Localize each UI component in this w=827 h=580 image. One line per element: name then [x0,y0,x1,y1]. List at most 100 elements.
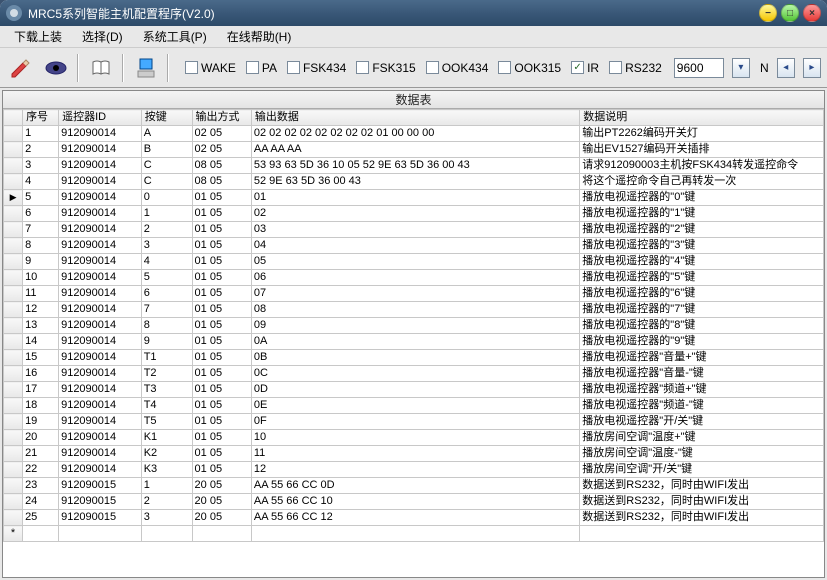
nav-next-button[interactable]: ▸ [803,58,821,78]
cell-desc[interactable]: 播放电视遥控器的"4"键 [580,254,824,270]
menu-tools[interactable]: 系统工具(P) [133,26,217,47]
table-row[interactable]: 2912090014B02 05AA AA AA输出EV1527编码开关插排 [4,142,824,158]
menu-select[interactable]: 选择(D) [72,26,133,47]
cell-id[interactable]: 912090014 [59,462,142,478]
cell-mode[interactable]: 01 05 [192,350,251,366]
data-table-container[interactable]: 数据表 序号 遥控器ID 按键 输出方式 输出数据 数据说明 [2,90,825,578]
table-row[interactable]: 17912090014T301 050D播放电视遥控器"频道+"键 [4,382,824,398]
cell-id[interactable]: 912090014 [59,446,142,462]
cell-out[interactable]: 52 9E 63 5D 36 00 43 [251,174,579,190]
cell-out[interactable]: 07 [251,286,579,302]
cell-key[interactable]: C [141,158,192,174]
row-header[interactable] [4,174,23,190]
cell-key[interactable]: T5 [141,414,192,430]
row-header[interactable] [4,126,23,142]
checkbox-box[interactable] [571,61,584,74]
cell-desc[interactable]: 播放房间空调"温度-"键 [580,446,824,462]
checkbox-wake[interactable]: WAKE [185,61,236,75]
table-row[interactable]: 13912090014801 0509播放电视遥控器的"8"键 [4,318,824,334]
cell-out[interactable]: 01 [251,190,579,206]
row-header[interactable]: ▶ [4,190,23,206]
row-header[interactable] [4,414,23,430]
table-row[interactable]: 9912090014401 0505播放电视遥控器的"4"键 [4,254,824,270]
cell-key[interactable]: C [141,174,192,190]
cell-id[interactable]: 912090014 [59,350,142,366]
col-desc[interactable]: 数据说明 [580,110,824,126]
cell-empty[interactable] [580,526,824,542]
cell-out[interactable]: 04 [251,238,579,254]
cell-seq[interactable]: 6 [23,206,59,222]
row-header[interactable] [4,366,23,382]
cell-id[interactable]: 912090014 [59,270,142,286]
cell-key[interactable]: 2 [141,494,192,510]
cell-mode[interactable]: 01 05 [192,334,251,350]
table-row[interactable]: 16912090014T201 050C播放电视遥控器"音量-"键 [4,366,824,382]
cell-key[interactable]: 4 [141,254,192,270]
cell-seq[interactable]: 13 [23,318,59,334]
cell-id[interactable]: 912090014 [59,126,142,142]
cell-desc[interactable]: 播放电视遥控器"音量-"键 [580,366,824,382]
cell-out[interactable]: AA AA AA [251,142,579,158]
cell-key[interactable]: 5 [141,270,192,286]
cell-out[interactable]: 0D [251,382,579,398]
cell-id[interactable]: 912090014 [59,142,142,158]
cell-id[interactable]: 912090014 [59,174,142,190]
cell-mode[interactable]: 01 05 [192,286,251,302]
close-button[interactable]: × [803,4,821,22]
cell-empty[interactable] [192,526,251,542]
row-header[interactable] [4,302,23,318]
col-id[interactable]: 遥控器ID [59,110,142,126]
cell-desc[interactable]: 将这个遥控命令自己再转发一次 [580,174,824,190]
cell-out[interactable]: 02 02 02 02 02 02 02 02 01 00 00 00 [251,126,579,142]
cell-mode[interactable]: 01 05 [192,206,251,222]
cell-seq[interactable]: 20 [23,430,59,446]
cell-desc[interactable]: 播放电视遥控器的"9"键 [580,334,824,350]
cell-mode[interactable]: 08 05 [192,174,251,190]
cell-seq[interactable]: 23 [23,478,59,494]
cell-mode[interactable]: 20 05 [192,478,251,494]
row-header[interactable] [4,206,23,222]
cell-mode[interactable]: 01 05 [192,190,251,206]
cell-id[interactable]: 912090014 [59,190,142,206]
cell-mode[interactable]: 01 05 [192,366,251,382]
row-header-new[interactable]: * [4,526,23,542]
cell-seq[interactable]: 2 [23,142,59,158]
row-header[interactable] [4,142,23,158]
cell-key[interactable]: T1 [141,350,192,366]
cell-out[interactable]: 06 [251,270,579,286]
cell-out[interactable]: AA 55 66 CC 0D [251,478,579,494]
cell-out[interactable]: AA 55 66 CC 12 [251,510,579,526]
cell-key[interactable]: K3 [141,462,192,478]
checkbox-box[interactable] [185,61,198,74]
baud-input[interactable] [674,58,724,78]
cell-id[interactable]: 912090014 [59,238,142,254]
cell-seq[interactable]: 4 [23,174,59,190]
row-header[interactable] [4,222,23,238]
checkbox-ook315[interactable]: OOK315 [498,61,561,75]
cell-mode[interactable]: 01 05 [192,254,251,270]
tool-book-icon[interactable] [85,52,116,84]
cell-id[interactable]: 912090015 [59,510,142,526]
cell-id[interactable]: 912090014 [59,222,142,238]
cell-id[interactable]: 912090015 [59,494,142,510]
cell-empty[interactable] [23,526,59,542]
cell-id[interactable]: 912090014 [59,398,142,414]
cell-key[interactable]: 1 [141,478,192,494]
row-header[interactable] [4,510,23,526]
cell-mode[interactable]: 20 05 [192,510,251,526]
cell-seq[interactable]: 8 [23,238,59,254]
row-header[interactable] [4,382,23,398]
row-header[interactable] [4,318,23,334]
tool-computer-icon[interactable] [130,52,161,84]
cell-out[interactable]: 0A [251,334,579,350]
cell-id[interactable]: 912090014 [59,302,142,318]
table-row[interactable]: 22912090014K301 0512播放房间空调"开/关"键 [4,462,824,478]
cell-seq[interactable]: 12 [23,302,59,318]
cell-key[interactable]: K2 [141,446,192,462]
table-row[interactable]: 4912090014C08 0552 9E 63 5D 36 00 43将这个遥… [4,174,824,190]
table-row[interactable]: 15912090014T101 050B播放电视遥控器"音量+"键 [4,350,824,366]
cell-id[interactable]: 912090014 [59,206,142,222]
cell-desc[interactable]: 播放房间空调"温度+"键 [580,430,824,446]
tool-pen-icon[interactable] [6,52,37,84]
table-row[interactable]: 23912090015120 05AA 55 66 CC 0D数据送到RS232… [4,478,824,494]
